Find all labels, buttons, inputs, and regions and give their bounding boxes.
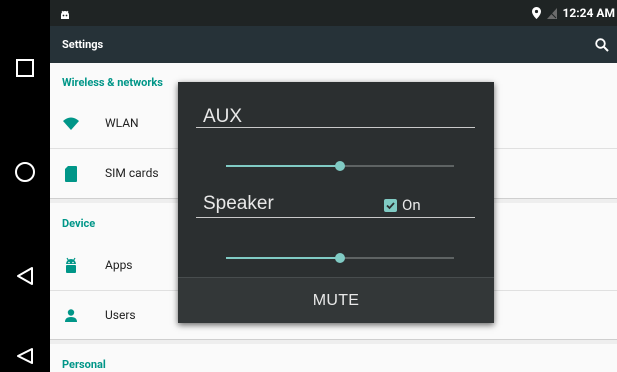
sim-card-icon: [62, 165, 80, 183]
section-header-personal: Personal: [62, 358, 106, 371]
speaker-on-toggle[interactable]: On: [384, 196, 421, 214]
section-personal: Personal: [50, 344, 617, 372]
navigation-bar: [0, 0, 50, 372]
aux-volume-slider[interactable]: [226, 160, 454, 172]
page-title: Settings: [62, 38, 104, 51]
settings-item-label: WLAN: [105, 116, 139, 130]
status-time: 12:24 AM: [562, 6, 615, 20]
speaker-title: Speaker: [203, 193, 274, 214]
mute-button-label: MUTE: [312, 291, 360, 309]
section-header-wireless: Wireless & networks: [62, 76, 163, 89]
android-icon: [62, 257, 80, 275]
android-notification-icon: [59, 6, 71, 25]
back-button[interactable]: [0, 256, 50, 296]
speaker-title-underline: [196, 217, 475, 218]
back-secondary-button[interactable]: [0, 336, 50, 372]
slider-fill: [226, 257, 340, 259]
action-bar: Settings: [50, 26, 617, 63]
no-signal-icon: [546, 4, 557, 23]
search-icon[interactable]: [595, 37, 609, 56]
slider-thumb[interactable]: [335, 253, 345, 263]
checkbox-checked-icon[interactable]: [384, 198, 397, 212]
speaker-volume-slider[interactable]: [226, 252, 454, 264]
back-outline-icon: [17, 348, 33, 364]
aux-title-underline: [196, 127, 475, 128]
home-button[interactable]: [0, 152, 50, 192]
section-header-device: Device: [62, 217, 96, 230]
home-circle-icon: [15, 162, 35, 182]
recents-button[interactable]: [0, 48, 50, 88]
settings-item-label: Apps: [105, 258, 133, 272]
wifi-icon: [62, 115, 80, 133]
aux-title: AUX: [203, 106, 243, 127]
person-icon: [62, 307, 80, 325]
recents-square-icon: [16, 59, 34, 77]
location-pin-icon: [531, 4, 541, 23]
status-bar: 12:24 AM: [50, 0, 617, 26]
status-icons: 12:24 AM: [531, 0, 615, 26]
settings-item-label: Users: [105, 308, 136, 322]
audio-dialog: AUX Speaker On MUTE: [178, 82, 494, 323]
slider-fill: [226, 165, 340, 167]
settings-item-label: SIM cards: [105, 166, 159, 180]
speaker-on-label: On: [402, 196, 421, 214]
mute-button[interactable]: MUTE: [178, 277, 494, 323]
screen: 12:24 AM Settings Wireless & networks WL…: [50, 0, 617, 372]
slider-thumb[interactable]: [335, 161, 345, 171]
back-triangle-icon: [17, 267, 33, 285]
